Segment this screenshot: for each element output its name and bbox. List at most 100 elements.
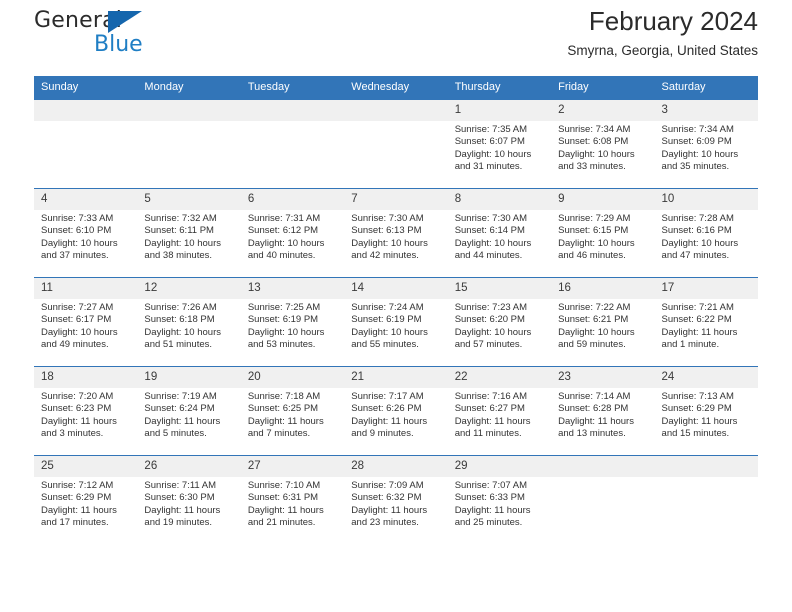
day-number (654, 456, 758, 477)
sunset-time: Sunset: 6:31 PM (247, 492, 319, 504)
calendar-day-cell[interactable]: 16 Sunrise: 7:22 AM Sunset: 6:21 PM Dayligh… (551, 277, 655, 367)
calendar-day-cell[interactable]: 28 Sunrise: 7:09 AM Sunset: 6:32 PM Dayligh… (344, 455, 448, 544)
calendar-day-cell[interactable]: 15 Sunrise: 7:23 AM Sunset: 6:20 PM Dayligh… (447, 277, 552, 367)
calendar-day-cell[interactable]: 5 Sunrise: 7:32 AM Sunset: 6:11 PM Daylight… (137, 188, 241, 278)
general-blue-logo[interactable]: General Blue (34, 8, 244, 64)
calendar-day-cell[interactable] (240, 100, 345, 189)
calendar-day-cell[interactable] (34, 100, 138, 189)
day-sun-info: Sunrise: 7:24 AM Sunset: 6:19 PM Daylight:… (344, 299, 447, 352)
calendar-day-cell[interactable]: 25 Sunrise: 7:12 AM Sunset: 6:29 PM Dayligh… (34, 455, 138, 544)
day-number: 3 (654, 100, 758, 121)
sunrise-time: Sunrise: 7:13 AM (661, 391, 734, 402)
day-sun-info: Sunrise: 7:29 AM Sunset: 6:15 PM Daylight:… (551, 210, 654, 263)
calendar-day-cell[interactable]: 4 Sunrise: 7:33 AM Sunset: 6:10 PM Daylight… (34, 188, 138, 278)
calendar-body: 1 Sunrise: 7:35 AM Sunset: 6:07 PM Daylight… (34, 100, 758, 544)
day-number: 7 (344, 189, 448, 210)
day-number: 26 (137, 456, 241, 477)
day-cell-body: 1 Sunrise: 7:35 AM Sunset: 6:07 PM Daylight… (447, 100, 552, 188)
calendar-day-cell[interactable]: 3 Sunrise: 7:34 AM Sunset: 6:09 PM Daylight… (654, 100, 758, 189)
daylight-duration-line2: and 55 minutes. (351, 339, 419, 351)
day-cell-body: 14 Sunrise: 7:24 AM Sunset: 6:19 PM Dayligh… (344, 278, 448, 366)
day-number: 23 (551, 367, 655, 388)
day-sun-info (241, 121, 344, 124)
calendar-day-cell[interactable]: 22 Sunrise: 7:16 AM Sunset: 6:27 PM Dayligh… (447, 366, 552, 456)
calendar-day-cell[interactable]: 10 Sunrise: 7:28 AM Sunset: 6:16 PM Dayligh… (654, 188, 758, 278)
sunrise-sunset-calendar: Sunday Monday Tuesday Wednesday Thursday… (34, 76, 758, 544)
calendar-day-cell[interactable]: 2 Sunrise: 7:34 AM Sunset: 6:08 PM Daylight… (551, 100, 655, 189)
day-cell-body: 21 Sunrise: 7:17 AM Sunset: 6:26 PM Dayligh… (344, 367, 448, 455)
day-cell-body (34, 100, 138, 188)
sunrise-time: Sunrise: 7:28 AM (661, 213, 734, 224)
sunrise-time: Sunrise: 7:23 AM (454, 302, 528, 313)
day-cell-body: 28 Sunrise: 7:09 AM Sunset: 6:32 PM Dayligh… (344, 456, 448, 544)
day-number: 22 (447, 367, 552, 388)
sunrise-time: Sunrise: 7:09 AM (351, 480, 424, 491)
weekday-header-saturday: Saturday (654, 76, 758, 100)
daylight-duration-line2: and 11 minutes. (454, 428, 522, 440)
calendar-day-cell[interactable]: 14 Sunrise: 7:24 AM Sunset: 6:19 PM Dayligh… (344, 277, 448, 367)
daylight-duration-line2: and 49 minutes. (41, 339, 109, 351)
sunrise-time: Sunrise: 7:34 AM (661, 124, 734, 135)
calendar-day-cell[interactable]: 24 Sunrise: 7:13 AM Sunset: 6:29 PM Dayligh… (654, 366, 758, 456)
calendar-day-cell[interactable] (137, 100, 241, 189)
daylight-duration-line1: Daylight: 11 hours (351, 415, 428, 427)
sunset-time: Sunset: 6:29 PM (661, 403, 732, 415)
day-cell-body: 12 Sunrise: 7:26 AM Sunset: 6:18 PM Dayligh… (137, 278, 241, 366)
daylight-duration-line1: Daylight: 10 hours (558, 237, 635, 249)
calendar-day-cell[interactable]: 27 Sunrise: 7:10 AM Sunset: 6:31 PM Dayligh… (240, 455, 345, 544)
daylight-duration-line2: and 25 minutes. (454, 517, 523, 529)
calendar-day-cell[interactable] (551, 455, 655, 544)
sunset-time: Sunset: 6:22 PM (661, 314, 732, 326)
calendar-day-cell[interactable]: 1 Sunrise: 7:35 AM Sunset: 6:07 PM Daylight… (447, 100, 552, 189)
day-number: 19 (137, 367, 241, 388)
sunrise-time: Sunrise: 7:12 AM (41, 480, 114, 491)
day-cell-body: 27 Sunrise: 7:10 AM Sunset: 6:31 PM Dayligh… (240, 456, 345, 544)
daylight-duration-line2: and 31 minutes. (454, 161, 523, 173)
calendar-day-cell[interactable]: 29 Sunrise: 7:07 AM Sunset: 6:33 PM Dayligh… (447, 455, 552, 544)
sunset-time: Sunset: 6:27 PM (454, 403, 525, 415)
daylight-duration-line1: Daylight: 10 hours (558, 326, 635, 338)
day-number: 18 (34, 367, 138, 388)
daylight-duration-line1: Daylight: 10 hours (144, 237, 221, 249)
daylight-duration-line2: and 33 minutes. (558, 161, 626, 173)
calendar-day-cell[interactable]: 8 Sunrise: 7:30 AM Sunset: 6:14 PM Daylight… (447, 188, 552, 278)
calendar-day-cell[interactable]: 20 Sunrise: 7:18 AM Sunset: 6:25 PM Dayligh… (240, 366, 345, 456)
calendar-day-cell[interactable]: 19 Sunrise: 7:19 AM Sunset: 6:24 PM Dayligh… (137, 366, 241, 456)
calendar-day-cell[interactable]: 7 Sunrise: 7:30 AM Sunset: 6:13 PM Daylight… (344, 188, 448, 278)
sunset-time: Sunset: 6:21 PM (558, 314, 629, 326)
day-number (240, 100, 345, 121)
day-cell-body: 8 Sunrise: 7:30 AM Sunset: 6:14 PM Daylight… (447, 189, 552, 277)
daylight-duration-line2: and 19 minutes. (144, 517, 213, 529)
calendar-day-cell[interactable]: 6 Sunrise: 7:31 AM Sunset: 6:12 PM Daylight… (240, 188, 345, 278)
calendar-day-cell[interactable]: 13 Sunrise: 7:25 AM Sunset: 6:19 PM Dayligh… (240, 277, 345, 367)
daylight-duration-line2: and 23 minutes. (351, 517, 419, 529)
sunset-time: Sunset: 6:24 PM (144, 403, 215, 415)
calendar-day-cell[interactable]: 12 Sunrise: 7:26 AM Sunset: 6:18 PM Dayligh… (137, 277, 241, 367)
weekday-header-thursday: Thursday (447, 76, 552, 100)
daylight-duration-line2: and 15 minutes. (661, 428, 730, 440)
sunrise-time: Sunrise: 7:33 AM (41, 213, 114, 224)
calendar-day-cell[interactable]: 9 Sunrise: 7:29 AM Sunset: 6:15 PM Daylight… (551, 188, 655, 278)
calendar-day-cell[interactable]: 18 Sunrise: 7:20 AM Sunset: 6:23 PM Dayligh… (34, 366, 138, 456)
calendar-day-cell[interactable] (344, 100, 448, 189)
sunset-time: Sunset: 6:29 PM (41, 492, 112, 504)
day-sun-info: Sunrise: 7:31 AM Sunset: 6:12 PM Daylight:… (241, 210, 344, 263)
daylight-duration-line1: Daylight: 11 hours (661, 326, 738, 338)
day-sun-info: Sunrise: 7:28 AM Sunset: 6:16 PM Daylight:… (655, 210, 758, 263)
day-sun-info: Sunrise: 7:13 AM Sunset: 6:29 PM Daylight:… (655, 388, 758, 441)
daylight-duration-line1: Daylight: 10 hours (144, 326, 221, 338)
day-sun-info: Sunrise: 7:11 AM Sunset: 6:30 PM Daylight:… (137, 477, 240, 530)
calendar-day-cell[interactable]: 11 Sunrise: 7:27 AM Sunset: 6:17 PM Dayligh… (34, 277, 138, 367)
calendar-day-cell[interactable]: 17 Sunrise: 7:21 AM Sunset: 6:22 PM Dayligh… (654, 277, 758, 367)
calendar-day-cell[interactable] (654, 455, 758, 544)
daylight-duration-line1: Daylight: 10 hours (454, 148, 532, 160)
daylight-duration-line1: Daylight: 10 hours (661, 237, 739, 249)
calendar-day-cell[interactable]: 23 Sunrise: 7:14 AM Sunset: 6:28 PM Dayligh… (551, 366, 655, 456)
calendar-day-cell[interactable]: 26 Sunrise: 7:11 AM Sunset: 6:30 PM Dayligh… (137, 455, 241, 544)
calendar-day-cell[interactable]: 21 Sunrise: 7:17 AM Sunset: 6:26 PM Dayligh… (344, 366, 448, 456)
day-sun-info: Sunrise: 7:19 AM Sunset: 6:24 PM Daylight:… (137, 388, 240, 441)
day-number: 6 (240, 189, 345, 210)
daylight-duration-line2: and 9 minutes. (351, 428, 414, 440)
calendar-week-row: 18 Sunrise: 7:20 AM Sunset: 6:23 PM Dayligh… (34, 366, 758, 456)
daylight-duration-line2: and 51 minutes. (144, 339, 213, 351)
